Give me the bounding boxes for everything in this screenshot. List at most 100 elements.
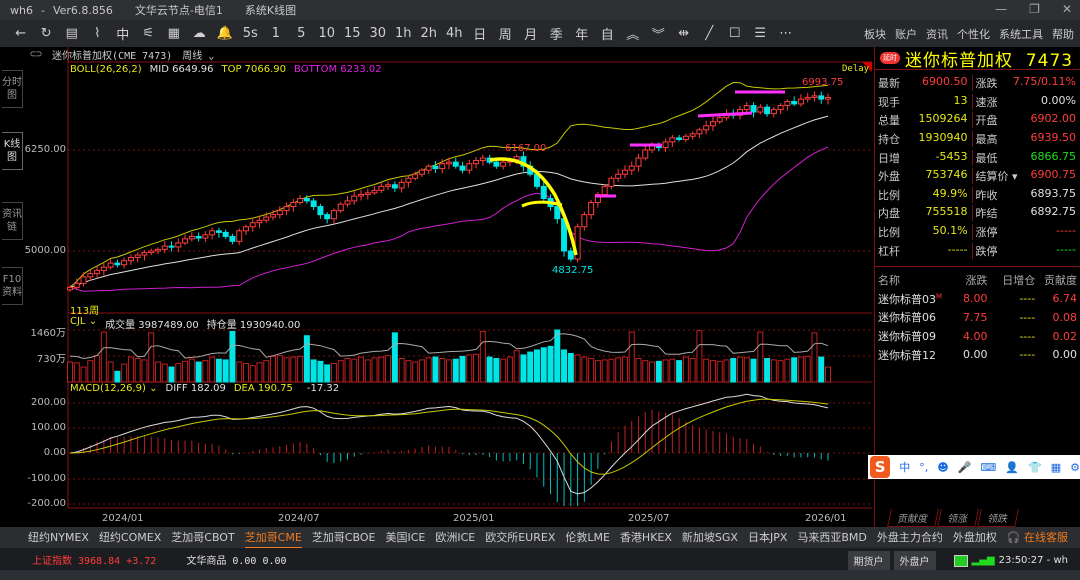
- exchange-tabs: 🎧 在线客服 纽约NYMEX 纽约COMEX 芝加哥CBOT 芝加哥CME 芝加哥CBO…: [0, 527, 1080, 548]
- volume-bar: [195, 361, 202, 383]
- list-item[interactable]: 迷你标普06 7.75 ---- 0.08: [875, 308, 1080, 327]
- candle-body: [154, 248, 161, 252]
- exchange-tab[interactable]: 欧洲ICE: [435, 527, 475, 548]
- macd-name[interactable]: MACD(12,26,9) ⌄: [70, 383, 158, 394]
- exchange-tab[interactable]: 马来西亚BMD: [797, 527, 867, 548]
- volume-bar: [764, 357, 771, 383]
- list-item[interactable]: 迷你标普09 4.00 ---- 0.02: [875, 327, 1080, 346]
- contract-oi-change: ----: [1019, 292, 1036, 306]
- volume-bar: [818, 356, 825, 383]
- volume-bar: [811, 332, 818, 383]
- candle-body: [466, 163, 473, 171]
- exchange-tab[interactable]: 芝加哥CBOT: [171, 527, 234, 548]
- quote-label: 比例: [878, 226, 900, 240]
- ime-emoji-icon[interactable]: ☻: [937, 461, 948, 474]
- bar-count: 113周: [70, 306, 100, 317]
- ime-voice-icon[interactable]: 🎤: [958, 461, 972, 474]
- volume-bar: [500, 358, 507, 383]
- exchange-tab[interactable]: 欧交所EUREX: [485, 527, 555, 548]
- exchange-tab[interactable]: 纽约COMEX: [99, 527, 161, 548]
- candle-body: [703, 125, 710, 131]
- ime-keyboard-icon[interactable]: ⌨: [980, 461, 996, 474]
- exchange-tab[interactable]: 芝加哥CBOE: [312, 527, 376, 548]
- exchange-tab[interactable]: 新加坡SGX: [682, 527, 738, 548]
- tab-contribution[interactable]: 贡献度: [887, 509, 939, 527]
- ime-skin-icon[interactable]: 👕: [1028, 461, 1042, 474]
- volume-bar: [256, 362, 263, 383]
- ime-settings-icon[interactable]: ⚙: [1070, 461, 1080, 474]
- boll-name[interactable]: BOLL(26,26,2): [70, 64, 142, 75]
- candle-body: [303, 197, 310, 202]
- candle-body: [378, 185, 385, 191]
- candle-body: [696, 129, 703, 135]
- tab-top-losers[interactable]: 领跌: [977, 509, 1019, 527]
- futures-account-button[interactable]: 期货户: [847, 551, 890, 570]
- volume-bar: [588, 357, 595, 383]
- shanghai-index[interactable]: 上证指数 3968.84 +3.72: [32, 552, 156, 567]
- candle-body: [263, 216, 270, 221]
- candle-body: [459, 165, 466, 171]
- candle-body: [141, 252, 148, 256]
- ime-punctuation-icon[interactable]: °,: [919, 461, 928, 474]
- volume-bar: [337, 360, 344, 383]
- exchange-tab[interactable]: 伦敦LME: [565, 527, 610, 548]
- candle-body: [750, 105, 757, 113]
- header-change[interactable]: 涨跌: [950, 272, 987, 288]
- exchange-tab[interactable]: 香港HKEX: [620, 527, 672, 548]
- candle-body: [500, 161, 507, 167]
- candle-body: [121, 260, 128, 266]
- candle-body: [804, 96, 811, 100]
- volume-bar: [696, 330, 703, 383]
- exchange-tab[interactable]: 外盘主力合约: [877, 527, 943, 548]
- overseas-account-button[interactable]: 外盘户: [893, 551, 936, 570]
- header-contribution[interactable]: 贡献度: [1035, 272, 1077, 288]
- volume-bar: [757, 331, 764, 383]
- contract-contribution: 0.02: [1052, 329, 1078, 343]
- wenhua-commodity-index[interactable]: 文华商品 0.00 0.00: [186, 552, 286, 567]
- exchange-tab[interactable]: 芝加哥CME: [244, 527, 302, 548]
- list-item[interactable]: 迷你标普03M 8.00 ---- 6.74: [875, 290, 1080, 309]
- volume-bar: [791, 357, 798, 383]
- candle-body: [182, 238, 189, 244]
- exchange-tab[interactable]: 纽约NYMEX: [28, 527, 89, 548]
- sogou-logo[interactable]: S: [870, 456, 891, 478]
- volume-bar: [615, 357, 622, 383]
- quote-value: 6892.75: [1030, 205, 1077, 219]
- exchange-tab[interactable]: 美国ICE: [385, 527, 425, 548]
- cjl-name[interactable]: CJL ⌄: [70, 316, 97, 331]
- header-name[interactable]: 名称: [878, 272, 950, 288]
- volume-bar: [364, 359, 371, 383]
- macd-tick: 200.00: [31, 397, 66, 408]
- volume-bar: [608, 358, 615, 383]
- online-service-button[interactable]: 🎧 在线客服: [1007, 527, 1068, 548]
- volume-bar: [324, 364, 331, 383]
- quote-label: 最低: [975, 151, 998, 165]
- volume-bar: [561, 349, 568, 383]
- volume-bar: [621, 356, 628, 383]
- list-item[interactable]: 迷你标普12 0.00 ---- 0.00: [875, 345, 1080, 364]
- exchange-tab[interactable]: 外盘加权: [953, 527, 997, 548]
- ime-user-icon[interactable]: 👤: [1005, 461, 1019, 474]
- exchange-tab[interactable]: 日本JPX: [748, 527, 787, 548]
- quote-label: 日增: [878, 151, 900, 165]
- contract-change: 8.00: [962, 292, 988, 306]
- candle-body: [297, 197, 304, 204]
- header-oi-change[interactable]: 日增仓: [987, 272, 1035, 288]
- volume-bar: [398, 357, 405, 383]
- volume-bar: [459, 355, 466, 383]
- quote-title: 迷你标普加权 7473: [905, 50, 1074, 71]
- quote-row: 现手 13 速涨 0.00%: [875, 93, 1080, 112]
- candle-body: [290, 202, 297, 208]
- tab-top-gainers[interactable]: 领涨: [937, 509, 979, 527]
- ime-chinese-mode[interactable]: 中: [899, 459, 910, 475]
- quote-value: -----: [947, 242, 968, 256]
- volume-bar: [425, 357, 432, 383]
- volume-value: 成交量 3987489.00: [105, 320, 199, 331]
- candle-body: [215, 230, 222, 233]
- volume-bar: [770, 359, 777, 383]
- volume-bar: [540, 347, 547, 383]
- volume-bar: [168, 366, 175, 383]
- volume-bar: [750, 358, 757, 383]
- ime-apps-icon[interactable]: ▦: [1051, 461, 1061, 474]
- candle-body: [148, 250, 155, 254]
